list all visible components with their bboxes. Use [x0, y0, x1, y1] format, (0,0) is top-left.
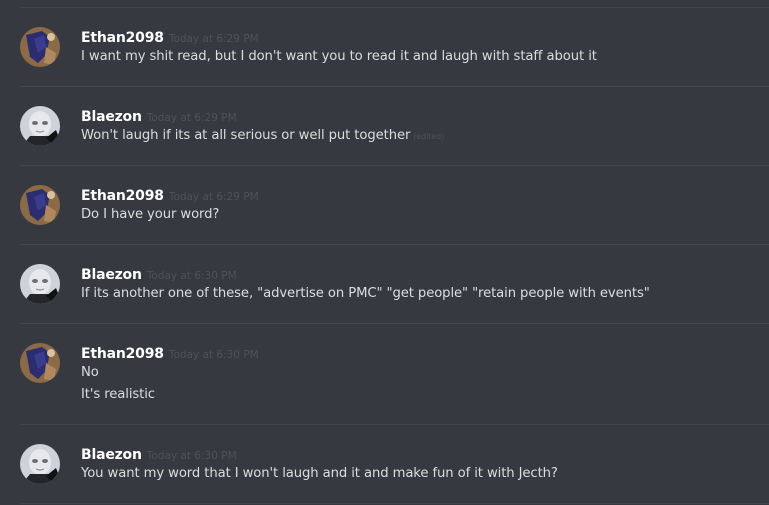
message-divider	[20, 244, 769, 245]
chat-message-list: Ethan2098 Today at 6:29 PM I want my shit…	[0, 0, 769, 505]
message-text: No	[81, 365, 99, 380]
timestamp: Today at 6:29 PM	[168, 33, 259, 45]
message-header: Blaezon Today at 6:30 PM	[81, 264, 237, 283]
message-text: It's realistic	[81, 387, 155, 402]
username[interactable]: Ethan2098	[81, 346, 164, 362]
timestamp: Today at 6:30 PM	[146, 270, 237, 282]
message-divider	[20, 503, 769, 504]
ethan-avatar[interactable]	[20, 27, 60, 67]
timestamp: Today at 6:29 PM	[146, 112, 237, 124]
message-header: Ethan2098 Today at 6:30 PM	[81, 343, 259, 362]
message-text: If its another one of these, "advertise …	[81, 286, 650, 301]
blaezon-avatar[interactable]	[20, 444, 60, 484]
username[interactable]: Ethan2098	[81, 188, 164, 204]
message-text: I want my shit read, but I don't want yo…	[81, 49, 597, 64]
blaezon-avatar[interactable]	[20, 106, 60, 146]
message-header: Ethan2098 Today at 6:29 PM	[81, 185, 259, 204]
timestamp: Today at 6:29 PM	[168, 191, 259, 203]
message-divider	[20, 86, 769, 87]
ethan-avatar[interactable]	[20, 185, 60, 225]
message-header: Blaezon Today at 6:30 PM	[81, 444, 237, 463]
timestamp: Today at 6:30 PM	[168, 349, 259, 361]
message-divider	[20, 165, 769, 166]
message-text: You want my word that I won't laugh and …	[81, 466, 558, 481]
username[interactable]: Ethan2098	[81, 30, 164, 46]
message-divider	[20, 323, 769, 324]
message-header: Blaezon Today at 6:29 PM	[81, 106, 237, 125]
message-divider	[20, 7, 769, 8]
message-text: Do I have your word?	[81, 207, 220, 222]
timestamp: Today at 6:30 PM	[146, 450, 237, 462]
message-divider	[20, 424, 769, 425]
edited-label: (edited)	[413, 132, 445, 141]
username[interactable]: Blaezon	[81, 447, 142, 463]
username[interactable]: Blaezon	[81, 109, 142, 125]
blaezon-avatar[interactable]	[20, 264, 60, 304]
username[interactable]: Blaezon	[81, 267, 142, 283]
ethan-avatar[interactable]	[20, 343, 60, 383]
message-content: Won't laugh if its at all serious or wel…	[81, 128, 411, 143]
message-text: Won't laugh if its at all serious or wel…	[81, 128, 444, 143]
message-header: Ethan2098 Today at 6:29 PM	[81, 27, 259, 46]
